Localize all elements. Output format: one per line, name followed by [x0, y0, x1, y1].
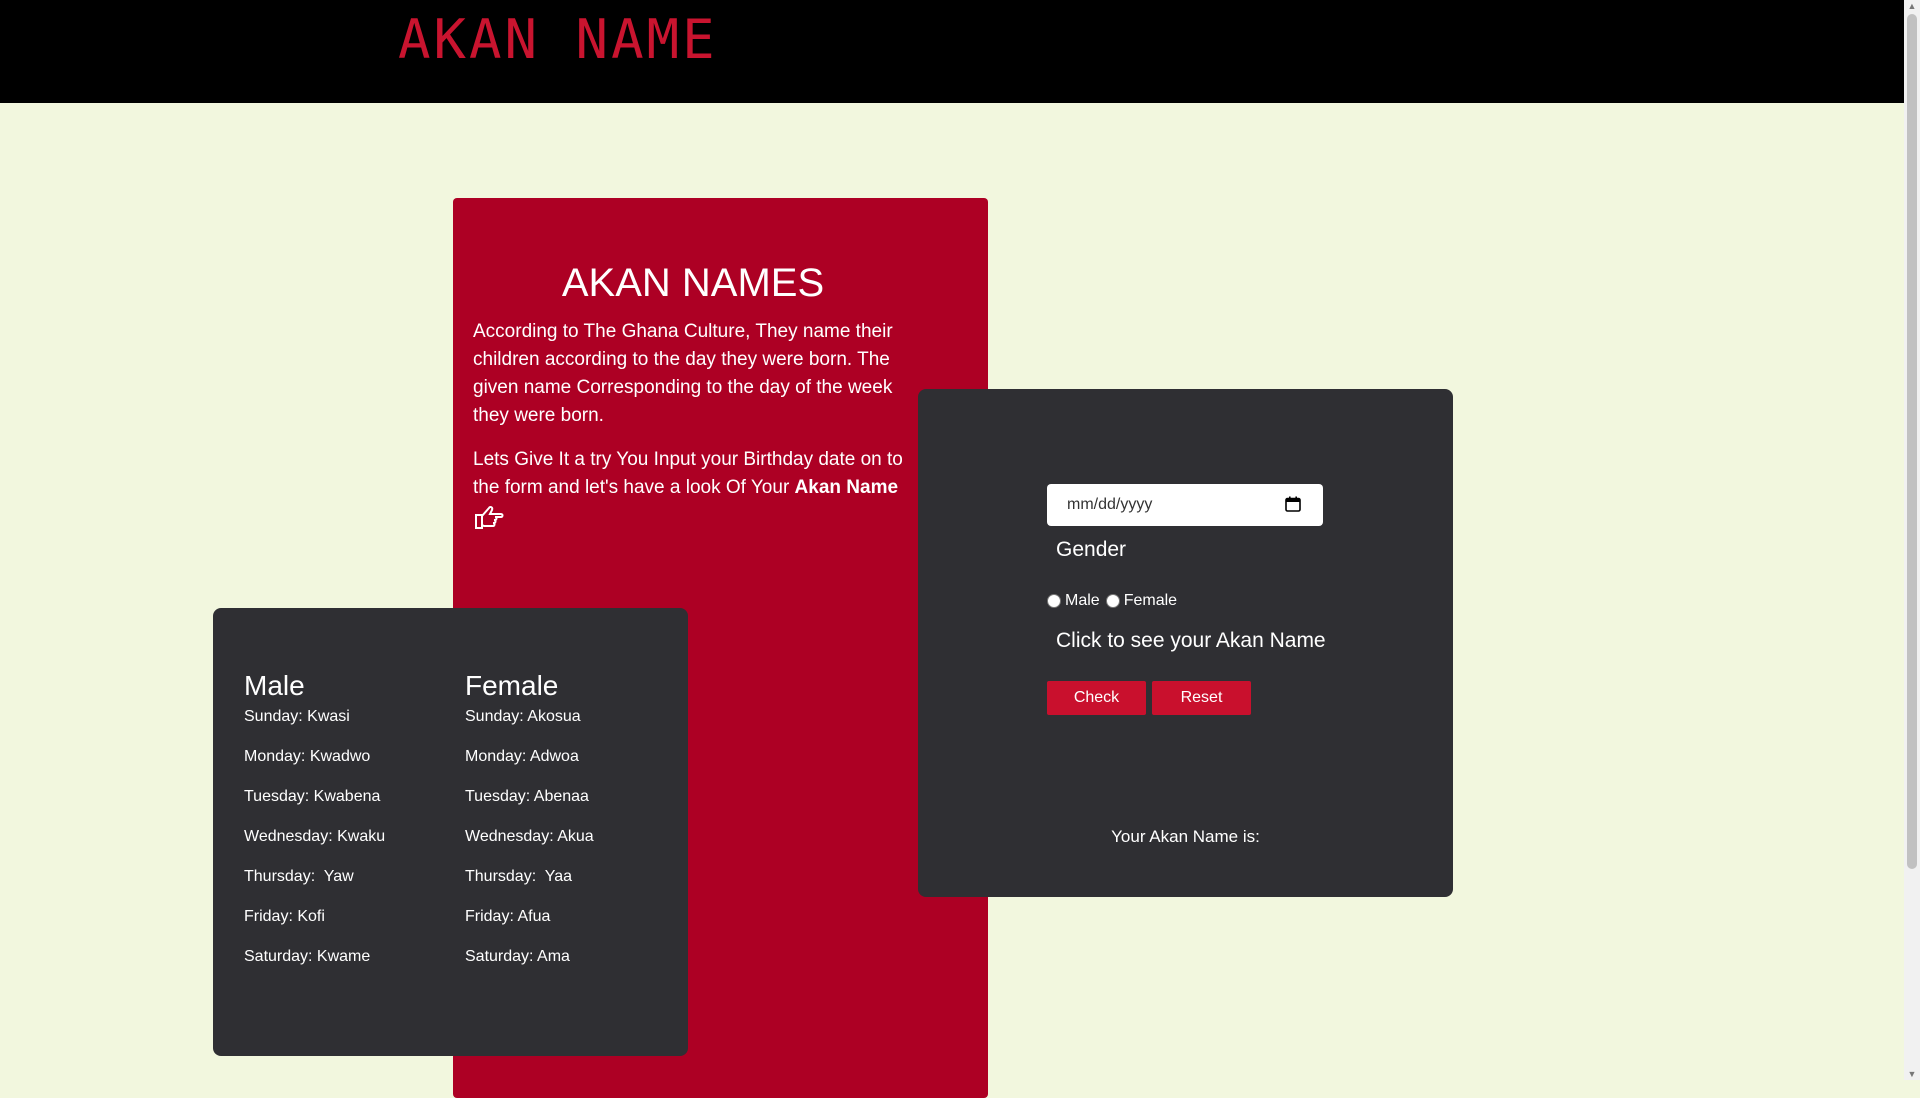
result-output: Your Akan Name is: [1111, 827, 1260, 846]
scroll-thumb[interactable] [1907, 14, 1917, 869]
names-reference-card: Male Sunday: Kwasi Monday: Kwadwo Tuesda… [213, 608, 688, 1056]
info-text: According to The Ghana Culture, They nam… [473, 318, 923, 557]
list-item: Thursday: Yaw [244, 868, 354, 885]
page-scrollbar[interactable]: ▲ ▼ [1904, 0, 1920, 1080]
try-paragraph: Lets Give It a try You Input your Birthd… [473, 446, 923, 541]
list-item: Saturday: Ama [465, 948, 570, 965]
akan-name-form: mm/dd/yyyy Gender Male Female Click to s… [918, 389, 1453, 897]
list-item: Wednesday: Akua [465, 828, 594, 845]
birthdate-input[interactable]: mm/dd/yyyy [1047, 484, 1323, 526]
gender-label: Gender [1056, 538, 1127, 561]
scroll-down-arrow-icon[interactable]: ▼ [1907, 1068, 1917, 1080]
female-radio-label[interactable]: Female [1124, 592, 1177, 610]
brand-logo[interactable]: AKAN NAME [398, 8, 718, 71]
list-item: Monday: Adwoa [465, 748, 579, 765]
akan-name-emphasis: Akan Name [794, 477, 899, 498]
info-title: AKAN NAMES [561, 261, 825, 305]
list-item: Friday: Kofi [244, 908, 325, 925]
female-names-column: Female Sunday: Akosua Monday: Adwoa Tues… [465, 670, 594, 988]
list-item: Friday: Afua [465, 908, 551, 925]
list-item: Tuesday: Kwabena [244, 788, 381, 805]
check-button[interactable]: Check [1047, 681, 1146, 715]
reset-button[interactable]: Reset [1152, 681, 1251, 715]
date-placeholder: mm/dd/yyyy [1067, 496, 1153, 513]
top-navbar: AKAN NAME [0, 0, 1904, 103]
gender-radio-group: Male Female [1047, 592, 1183, 610]
male-names-column: Male Sunday: Kwasi Monday: Kwadwo Tuesda… [244, 670, 385, 988]
male-radio[interactable] [1047, 594, 1061, 608]
male-radio-label[interactable]: Male [1065, 592, 1100, 610]
list-item: Saturday: Kwame [244, 948, 371, 965]
list-item: Thursday: Yaa [465, 868, 573, 885]
list-item: Wednesday: Kwaku [244, 828, 386, 845]
female-radio[interactable] [1105, 594, 1120, 608]
check-instruction: Click to see your Akan Name [1056, 629, 1326, 652]
hand-pointing-right-icon [473, 502, 505, 538]
scroll-up-arrow-icon[interactable]: ▲ [1907, 0, 1917, 12]
male-heading: Male [244, 670, 305, 701]
list-item: Monday: Kwadwo [244, 748, 371, 765]
intro-paragraph: According to The Ghana Culture, They nam… [473, 321, 893, 426]
list-item: Sunday: Akosua [465, 708, 581, 725]
list-item: Tuesday: Abenaa [465, 788, 589, 805]
calendar-icon[interactable] [1285, 496, 1301, 512]
female-heading: Female [465, 670, 559, 701]
list-item: Sunday: Kwasi [244, 708, 350, 725]
